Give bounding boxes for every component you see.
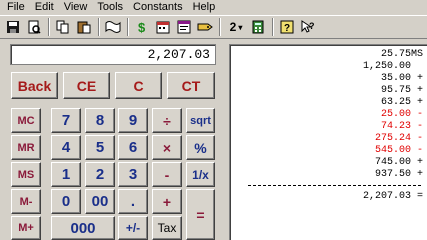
tape-entry-op: MS — [410, 49, 423, 60]
tape-entry-op: - — [416, 109, 423, 120]
tape-total-divider — [248, 185, 421, 186]
percent-button[interactable]: % — [186, 135, 215, 160]
menu-view[interactable]: View — [59, 1, 93, 14]
ms-button[interactable]: MS — [11, 162, 41, 187]
toolbar-separator — [219, 18, 221, 36]
tape-entry-value: 35.00 — [380, 73, 411, 84]
calendar-icon[interactable] — [153, 17, 173, 37]
tape-entry-op: + — [416, 169, 423, 180]
digit-3-button[interactable]: 3 — [118, 162, 148, 187]
tape-entry-op: + — [416, 73, 423, 84]
tape-entry-op: + — [416, 85, 423, 96]
ct-button[interactable]: CT — [167, 72, 215, 99]
tape-icon[interactable] — [103, 17, 123, 37]
digit-0-button[interactable]: 0 — [51, 189, 81, 214]
svg-text:$: $ — [138, 20, 146, 34]
chevron-down-icon: ▾ — [238, 22, 243, 32]
save-icon[interactable] — [3, 17, 23, 37]
double-zero-button[interactable]: 00 — [85, 189, 115, 214]
decimals-value: 2 — [229, 20, 237, 34]
multiply-button[interactable]: × — [152, 135, 182, 160]
digit-6-button[interactable]: 6 — [118, 135, 148, 160]
menu-bar: File Edit View Tools Constants Help — [0, 0, 427, 14]
tape-entry-value: 74.23 — [380, 121, 411, 132]
digit-5-button[interactable]: 5 — [85, 135, 115, 160]
context-help-icon[interactable]: ? — [298, 17, 318, 37]
currency-icon[interactable]: $ — [132, 17, 152, 37]
sqrt-button[interactable]: sqrt — [186, 108, 215, 133]
decimal-point-button[interactable]: . — [118, 189, 148, 214]
plus-minus-button[interactable]: +/- — [118, 216, 148, 240]
plus-button[interactable]: + — [152, 189, 182, 214]
tape-entry-value: 63.25 — [380, 97, 411, 108]
digit-1-button[interactable]: 1 — [51, 162, 81, 187]
tape-entry-value: 25.75 — [380, 49, 411, 60]
calculator-display: 2,207.03 — [10, 44, 216, 65]
tape-entry-op: + — [416, 157, 423, 168]
digit-9-button[interactable]: 9 — [118, 108, 148, 133]
back-button[interactable]: Back — [11, 72, 58, 99]
divide-button[interactable]: ÷ — [152, 108, 182, 133]
paste-icon[interactable] — [74, 17, 94, 37]
tape-total-op: = — [416, 191, 423, 202]
svg-text:?: ? — [284, 23, 290, 34]
triple-zero-button[interactable]: 000 — [51, 216, 115, 240]
help-icon[interactable]: ? — [277, 17, 297, 37]
tape-panel[interactable]: 25.75 MS 1,250.00 35.00 + 95.75 + 63.25 … — [229, 44, 427, 240]
toolbar-separator — [48, 18, 50, 36]
c-button[interactable]: C — [115, 72, 162, 99]
menu-file[interactable]: File — [2, 1, 30, 14]
tax-button[interactable]: Tax — [152, 216, 182, 240]
tape-entry-op: - — [416, 145, 423, 156]
tape-entry-value: 545.00 — [374, 145, 411, 156]
calendar-alt-icon[interactable] — [174, 17, 194, 37]
tape-entry-op: + — [416, 97, 423, 108]
tape-entry-value: 1,250.00 — [362, 61, 411, 72]
copy-icon[interactable] — [53, 17, 73, 37]
m-plus-button[interactable]: M+ — [11, 216, 41, 240]
menu-tools[interactable]: Tools — [92, 1, 128, 14]
menu-help[interactable]: Help — [188, 1, 221, 14]
tape-entry-value: 937.50 — [374, 169, 411, 180]
tape-total-value: 2,207.03 — [362, 191, 411, 202]
tape-entry-value: 745.00 — [374, 157, 411, 168]
decimals-dropdown[interactable]: 2 ▾ — [224, 17, 248, 37]
mr-button[interactable]: MR — [11, 135, 41, 160]
tape-entry-value: 95.75 — [380, 85, 411, 96]
digit-8-button[interactable]: 8 — [85, 108, 115, 133]
tape-entry-op: - — [416, 121, 423, 132]
digit-4-button[interactable]: 4 — [51, 135, 81, 160]
mc-button[interactable]: MC — [11, 108, 41, 133]
toolbar: $ 2 ▾ ? ? — [0, 15, 427, 39]
toolbar-separator — [127, 18, 129, 36]
tape-entry-op: - — [416, 133, 423, 144]
tape-entry-value: 275.24 — [374, 133, 411, 144]
reciprocal-button[interactable]: 1/x — [186, 162, 215, 187]
digit-2-button[interactable]: 2 — [85, 162, 115, 187]
digit-7-button[interactable]: 7 — [51, 108, 81, 133]
svg-text:?: ? — [309, 21, 315, 31]
equals-button[interactable]: = — [186, 189, 215, 240]
tape-entry-value: 25.00 — [380, 109, 411, 120]
menu-constants[interactable]: Constants — [128, 1, 188, 14]
toolbar-separator — [98, 18, 100, 36]
toolbar-separator — [272, 18, 274, 36]
calculator-icon[interactable] — [248, 17, 268, 37]
minus-button[interactable]: - — [152, 162, 182, 187]
ce-button[interactable]: CE — [63, 72, 110, 99]
tag-icon[interactable] — [195, 17, 215, 37]
menu-edit[interactable]: Edit — [30, 1, 59, 14]
print-preview-icon[interactable] — [24, 17, 44, 37]
m-minus-button[interactable]: M- — [11, 189, 41, 214]
